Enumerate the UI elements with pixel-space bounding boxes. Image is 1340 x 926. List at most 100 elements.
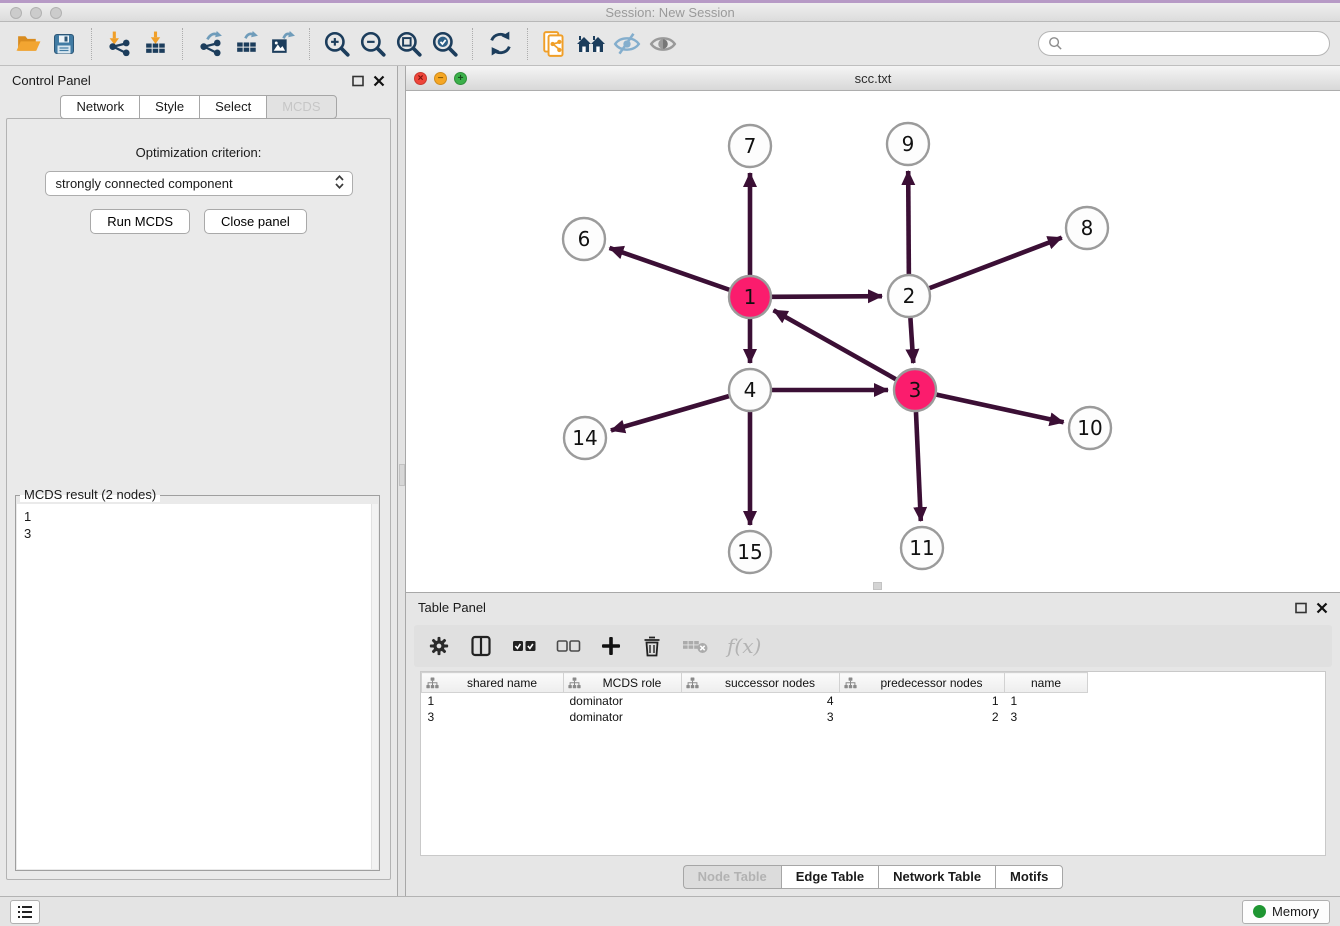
window-controls[interactable] [10,7,62,19]
memory-button[interactable]: Memory [1242,900,1330,924]
network-close-icon[interactable]: × [414,72,427,85]
float-table-panel-icon[interactable] [1295,602,1307,614]
optimization-criterion-label: Optimization criterion: [7,145,390,160]
table-row-1[interactable]: 3dominator323 [422,709,1326,725]
cell-1-predecessor-nodes[interactable]: 2 [840,709,1005,725]
cell-0-successor-nodes[interactable]: 4 [682,693,840,710]
graph-edge-3-10[interactable] [936,395,1063,423]
first-neighbors-button[interactable] [573,26,609,62]
tab-mcds[interactable]: MCDS [266,95,336,119]
export-image-button[interactable] [264,26,300,62]
tab-edge-table[interactable]: Edge Table [781,865,878,889]
graph-edge-3-1[interactable] [774,310,896,379]
criterion-select[interactable]: strongly connected component [45,171,353,196]
tab-node-table[interactable]: Node Table [683,865,781,889]
search-icon [1048,36,1063,51]
minimize-window-icon[interactable] [30,7,42,19]
show-hidden-button[interactable] [645,26,681,62]
function-builder-fx[interactable]: f(x) [727,634,761,658]
export-table-button[interactable] [228,26,264,62]
cell-0-name[interactable]: 1 [1005,693,1088,710]
graph-edge-1-6[interactable] [609,248,729,290]
cell-1-name[interactable]: 3 [1005,709,1088,725]
add-column-plus-icon[interactable] [600,635,622,657]
mcds-result-title: MCDS result (2 nodes) [20,487,160,502]
column-header-shared-name[interactable]: shared name [422,673,564,693]
column-header-predecessor-nodes[interactable]: predecessor nodes [840,673,1005,693]
apply-layout-button[interactable] [482,26,518,62]
import-table-button[interactable] [137,26,173,62]
select-all-checkboxes-icon[interactable] [512,638,537,654]
task-history-button[interactable] [10,900,40,924]
graph-edge-3-11[interactable] [916,412,921,521]
control-panel-title: Control Panel [12,73,91,88]
zoom-fit-button[interactable] [391,26,427,62]
column-header-successor-nodes[interactable]: successor nodes [682,673,840,693]
cell-0-mcds-role[interactable]: dominator [564,693,682,710]
table-row-0[interactable]: 1dominator411 [422,693,1326,710]
run-mcds-button[interactable]: Run MCDS [90,209,190,234]
table-panel-header: Table Panel [406,593,1340,622]
tab-network[interactable]: Network [60,95,139,119]
zoom-out-button[interactable] [355,26,391,62]
close-panel-button[interactable]: Close panel [204,209,307,234]
search-box[interactable] [1038,31,1330,56]
hide-selection-button[interactable] [609,26,645,62]
network-maximize-icon[interactable]: + [454,72,467,85]
network-hscroll-thumb[interactable] [873,582,882,590]
attribute-type-icon [426,677,439,689]
graph-node-label-14: 14 [572,426,597,450]
graph-edge-4-14[interactable] [611,396,729,430]
splitter-grip[interactable] [399,464,405,486]
graph-edge-2-3[interactable] [910,318,913,363]
node-table-container: shared nameMCDS rolesuccessor nodesprede… [420,671,1326,856]
tab-select[interactable]: Select [199,95,266,119]
mcds-result-textarea[interactable]: 1 3 [17,504,378,869]
new-network-from-selection-button[interactable] [537,26,573,62]
tab-motifs[interactable]: Motifs [995,865,1063,889]
close-table-panel-icon[interactable] [1316,602,1328,614]
table-toolbar: f(x) [414,625,1332,667]
cell-0-predecessor-nodes[interactable]: 1 [840,693,1005,710]
column-header-name[interactable]: name [1005,673,1088,693]
memory-status-icon [1253,905,1266,918]
graph-edge-2-9[interactable] [908,171,909,274]
search-input[interactable] [1069,36,1320,51]
delete-column-trash-icon[interactable] [641,634,663,658]
network-minimize-icon[interactable]: − [434,72,447,85]
column-header-mcds-role[interactable]: MCDS role [564,673,682,693]
float-panel-icon[interactable] [352,75,364,87]
cell-1-mcds-role[interactable]: dominator [564,709,682,725]
export-network-button[interactable] [192,26,228,62]
table-panel-strip [406,856,1340,865]
memory-label: Memory [1272,904,1319,919]
two-houses-icon [576,31,606,57]
graph-edge-1-2[interactable] [772,296,882,297]
maximize-window-icon[interactable] [50,7,62,19]
control-panel-header: Control Panel [0,66,397,95]
tab-network-table[interactable]: Network Table [878,865,995,889]
network-canvas[interactable]: 7968124314101511 [406,91,1340,592]
delete-table-icon[interactable] [682,637,708,655]
graph-edge-2-8[interactable] [930,238,1062,289]
cell-1-shared-name[interactable]: 3 [422,709,564,725]
network-window-titlebar[interactable]: × − + scc.txt [406,66,1340,91]
cell-filler [1088,693,1326,710]
cell-1-successor-nodes[interactable]: 3 [682,709,840,725]
show-columns-icon[interactable] [469,634,493,658]
zoom-in-button[interactable] [319,26,355,62]
open-session-button[interactable] [10,26,46,62]
close-panel-icon[interactable] [373,75,385,87]
result-scrollbar[interactable] [371,504,378,869]
import-network-button[interactable] [101,26,137,62]
network-document-icon [541,30,569,58]
cell-0-shared-name[interactable]: 1 [422,693,564,710]
tab-style[interactable]: Style [139,95,199,119]
panel-splitter[interactable] [397,66,406,896]
clear-checkboxes-icon[interactable] [556,638,581,654]
zoom-selected-button[interactable] [427,26,463,62]
main-area: Control Panel NetworkStyleSelectMCDS Opt… [0,66,1340,896]
table-settings-gear-icon[interactable] [428,635,450,657]
save-session-button[interactable] [46,26,82,62]
close-window-icon[interactable] [10,7,22,19]
